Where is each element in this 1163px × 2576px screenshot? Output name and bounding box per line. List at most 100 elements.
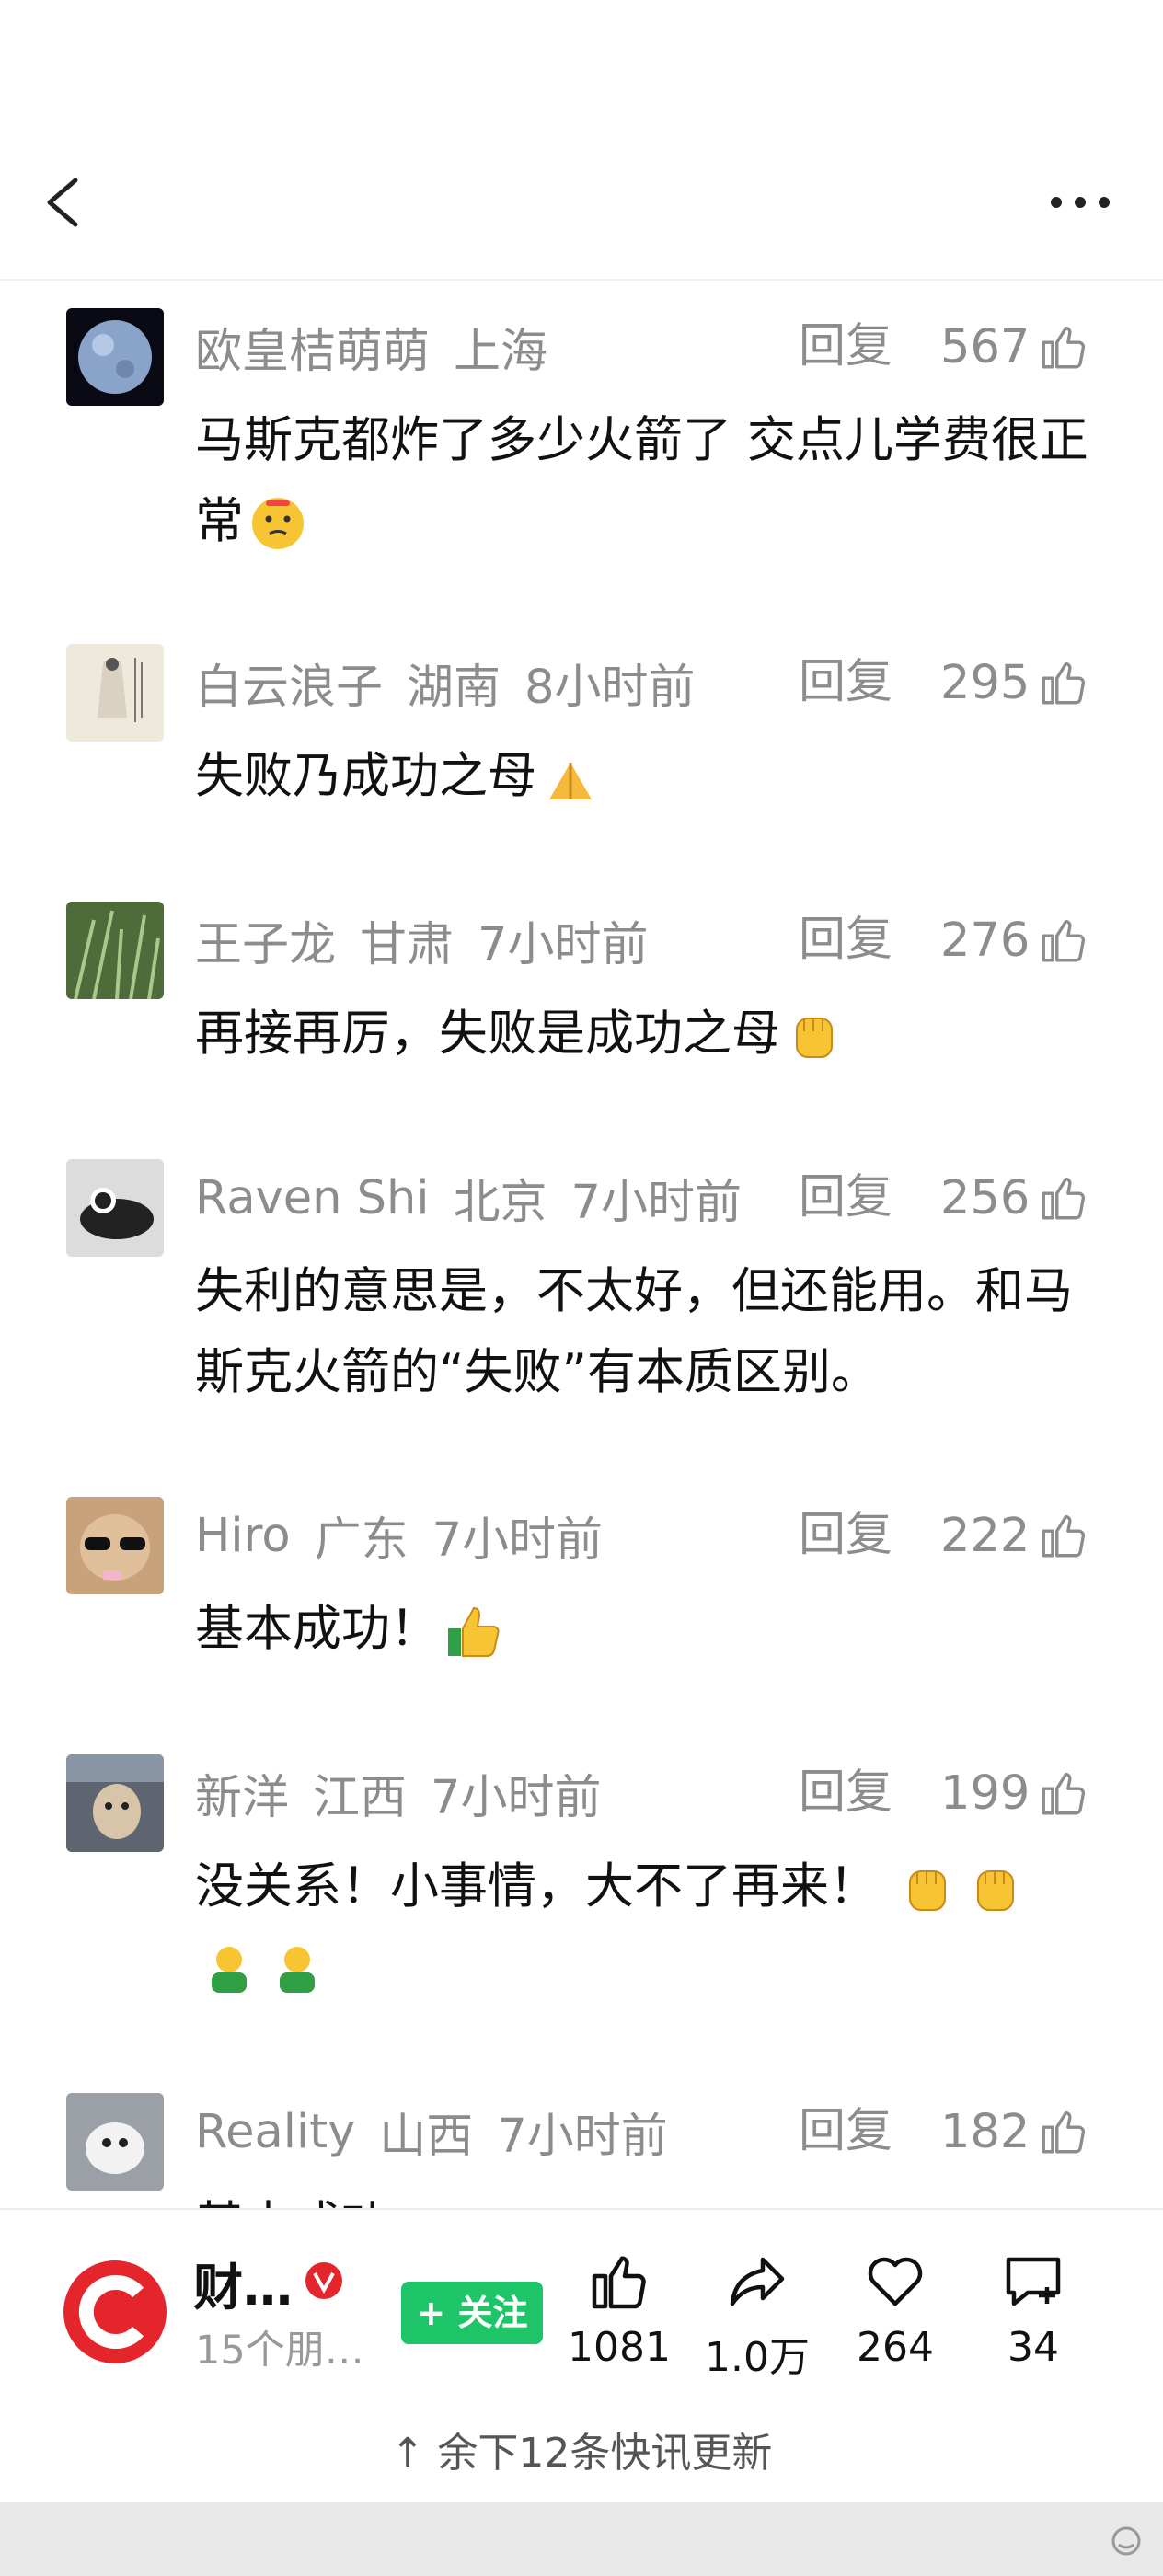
comment-location: 山西 xyxy=(379,2110,474,2164)
thumbs-up-icon xyxy=(1042,327,1086,369)
reply-button[interactable]: 回复 xyxy=(799,2104,892,2159)
avatar[interactable] xyxy=(66,308,164,406)
comment-like-count: 256 xyxy=(940,1170,1031,1225)
green-figure-icon xyxy=(212,1947,247,1994)
comment-like-button[interactable]: 295 xyxy=(940,655,1090,710)
avatar[interactable] xyxy=(66,1497,164,1594)
comment-action-button[interactable]: 34 xyxy=(964,2248,1102,2371)
avatar[interactable] xyxy=(66,2093,164,2191)
comment-text-content: 马斯克都炸了多少火箭了 交点儿学费很正常 xyxy=(195,412,1088,549)
comment-like-count: 567 xyxy=(940,319,1031,374)
reply-button[interactable]: 回复 xyxy=(799,319,892,374)
avatar[interactable] xyxy=(66,902,164,999)
thumbs-up-icon xyxy=(1042,1773,1086,1815)
comment-location: 湖南 xyxy=(407,661,501,715)
reply-button[interactable]: 回复 xyxy=(799,1508,892,1563)
comment-location: 北京 xyxy=(453,1176,547,1230)
comment-text-content: 没关系！小事情，大不了再来！ xyxy=(195,1858,878,1915)
top-nav-bar xyxy=(0,0,1163,281)
comment-text: 基本成功 xyxy=(195,2185,1097,2208)
comment-username[interactable]: 欧皇桔萌萌 xyxy=(195,313,430,381)
comment-time: 7小时前 xyxy=(570,1176,742,1230)
comment-meta: Raven Shi 北京 7小时前 xyxy=(195,1170,766,1231)
comment-like-button[interactable]: 256 xyxy=(940,1170,1090,1225)
like-count: 1081 xyxy=(568,2324,671,2371)
account-name[interactable]: 财… xyxy=(193,2247,293,2319)
comment-text: 再接再厉，失败是成功之母 xyxy=(195,994,1097,1075)
account-subtitle: 15个朋… xyxy=(195,2328,364,2374)
follow-button[interactable]: + 关注 xyxy=(401,2282,543,2344)
verified-v-icon xyxy=(305,2262,342,2299)
comment-plus-icon xyxy=(1006,2257,1061,2306)
comment-text: 没关系！小事情，大不了再来！ xyxy=(195,1846,1097,2008)
like-action-button[interactable]: 1081 xyxy=(550,2248,688,2371)
favorite-action-button[interactable]: 264 xyxy=(826,2248,964,2371)
avatar[interactable] xyxy=(66,644,164,742)
comment-like-count: 295 xyxy=(940,655,1031,710)
thumbs-up-icon xyxy=(1042,2111,1086,2154)
comment-time: 7小时前 xyxy=(478,918,649,972)
reply-button[interactable]: 回复 xyxy=(799,1765,892,1821)
more-options-button[interactable] xyxy=(1043,184,1117,221)
thumbs-up-icon xyxy=(1042,662,1086,705)
comment-username[interactable]: 白云浪子 xyxy=(195,649,383,717)
reply-button[interactable]: 回复 xyxy=(799,1170,892,1225)
bottom-action-bar: 财… 15个朋… + 关注 1081 1.0万 264 34 ↑ 余下12条快讯… xyxy=(0,2208,1163,2502)
thumbs-up-icon xyxy=(1042,1178,1086,1220)
comment-like-button[interactable]: 199 xyxy=(940,1765,1090,1821)
share-count: 1.0万 xyxy=(705,2334,810,2381)
comment-meta: 白云浪子 湖南 8小时前 xyxy=(195,655,719,715)
pray-hands-icon xyxy=(549,763,592,800)
chevron-left-icon xyxy=(47,178,78,227)
back-button[interactable] xyxy=(37,166,92,239)
comment-like-button[interactable]: 276 xyxy=(940,913,1090,968)
comment-like-count: 199 xyxy=(940,1765,1031,1821)
comment-meta: 新洋 江西 7小时前 xyxy=(195,1765,625,1825)
comment-time: 7小时前 xyxy=(431,1771,602,1825)
float-handle-icon[interactable] xyxy=(1110,2524,1145,2558)
avatar[interactable] xyxy=(66,1754,164,1852)
comment-text: 失利的意思是，不太好，但还能用。和马斯克火箭的“失败”有本质区别。 xyxy=(195,1251,1097,1413)
comment-username[interactable]: Raven Shi xyxy=(195,1171,430,1225)
news-update-bar[interactable]: ↑ 余下12条快讯更新 xyxy=(0,2420,1163,2478)
thumbs-up-icon xyxy=(592,2256,646,2309)
system-nav-bar xyxy=(0,2502,1163,2576)
heart-icon xyxy=(868,2257,923,2306)
comment-location: 甘肃 xyxy=(360,918,455,972)
comment-time: 7小时前 xyxy=(432,1513,604,1568)
raised-fist-icon xyxy=(796,1018,833,1059)
raised-fist-icon xyxy=(908,1870,946,1912)
comment-text: 失败乃成功之母 xyxy=(195,736,1097,817)
comment-meta: 王子龙 甘肃 7小时前 xyxy=(195,913,672,972)
reply-button[interactable]: 回复 xyxy=(799,913,892,968)
account-logo[interactable] xyxy=(63,2260,167,2364)
share-arrow-icon xyxy=(730,2257,785,2306)
comment-meta: Hiro 广东 7小时前 xyxy=(195,1508,627,1569)
comment-like-count: 182 xyxy=(940,2104,1031,2159)
reply-button[interactable]: 回复 xyxy=(799,655,892,710)
thumbs-up-icon xyxy=(1042,920,1086,962)
comment-text: 基本成功！ xyxy=(195,1589,1097,1670)
comment-meta: 欧皇桔萌萌 上海 xyxy=(195,319,571,379)
comment-location: 广东 xyxy=(314,1513,409,1568)
comment-text-content: 失利的意思是，不太好，但还能用。和马斯克火箭的“失败”有本质区别。 xyxy=(195,1263,1073,1400)
comment-like-button[interactable]: 567 xyxy=(940,319,1090,374)
comment-text-content: 基本成功 xyxy=(195,2197,390,2208)
comment-username[interactable]: Reality xyxy=(195,2105,355,2159)
comment-text-content: 基本成功！ xyxy=(195,1601,439,1657)
comment-text-content: 失败乃成功之母 xyxy=(195,748,536,804)
avatar[interactable] xyxy=(66,1159,164,1257)
thinking-face-icon xyxy=(252,498,304,550)
comment-time: 7小时前 xyxy=(497,2110,668,2164)
comment-location: 江西 xyxy=(313,1771,408,1825)
favorite-count: 264 xyxy=(857,2324,934,2371)
share-action-button[interactable]: 1.0万 xyxy=(688,2248,826,2383)
comment-username[interactable]: Hiro xyxy=(195,1509,291,1563)
thumbs-up-icon xyxy=(1042,1515,1086,1558)
comment-username[interactable]: 新洋 xyxy=(195,1759,289,1827)
comment-like-count: 276 xyxy=(940,913,1031,968)
comment-like-button[interactable]: 222 xyxy=(940,1508,1090,1563)
ellipsis-icon xyxy=(1051,197,1110,208)
comment-username[interactable]: 王子龙 xyxy=(195,906,336,974)
comment-like-button[interactable]: 182 xyxy=(940,2104,1090,2159)
